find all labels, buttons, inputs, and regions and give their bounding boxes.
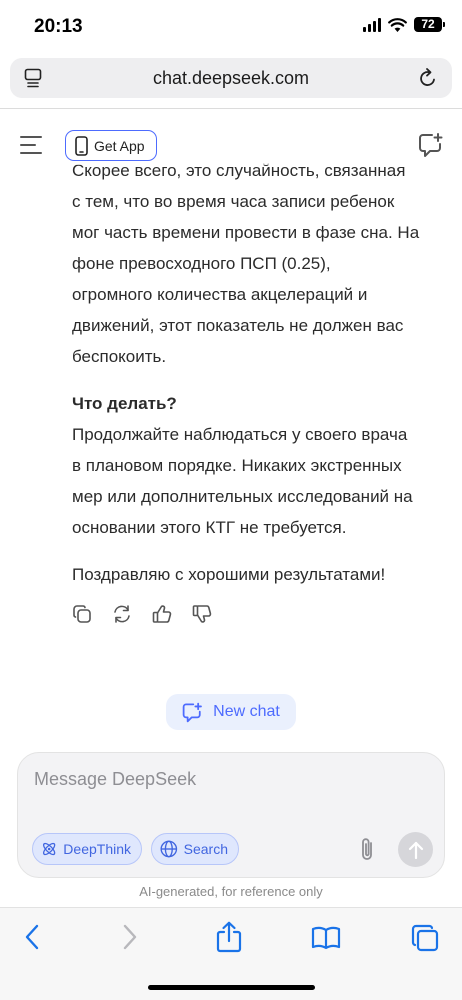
copy-icon [73,605,91,623]
url-text[interactable]: chat.deepseek.com [10,68,452,89]
divider [0,108,462,109]
reload-icon[interactable] [418,67,438,89]
message-line: фоне превосходного ПСП (0.25), [72,254,331,273]
thumbs-up-icon [152,605,172,623]
message-composer: DeepThink Search [17,752,445,878]
like-button[interactable] [152,604,172,624]
dislike-button[interactable] [192,604,212,624]
deepthink-label: DeepThink [63,841,131,857]
tabs-icon[interactable] [411,924,439,952]
atom-icon [42,842,56,856]
get-app-button[interactable]: Get App [65,130,157,161]
deepthink-toggle[interactable]: DeepThink [32,833,142,865]
new-chat-icon[interactable] [418,132,444,158]
message-closing: Поздравляю с хорошими результатами! [72,565,386,584]
thumbs-down-icon [192,605,212,623]
copy-button[interactable] [72,604,92,624]
forward-icon[interactable] [122,924,138,950]
wifi-icon [388,17,407,32]
assistant-message: Скорее всего, это случайность, связанная… [72,155,452,590]
regenerate-icon [114,605,130,623]
message-line: с тем, что во время часа записи ребенок [72,192,395,211]
address-bar[interactable]: chat.deepseek.com [10,58,452,98]
regenerate-button[interactable] [112,604,132,624]
menu-icon[interactable] [20,135,42,155]
message-line: мог часть времени провести в фазе сна. Н… [72,223,420,242]
new-chat-button[interactable]: New chat [166,694,296,730]
message-actions [72,604,212,624]
message-line: Продолжайте наблюдаться у своего врача [72,425,408,444]
back-icon[interactable] [24,924,40,950]
message-line: беспокоить. [72,347,167,366]
new-chat-label: New chat [213,703,280,720]
send-button[interactable] [398,832,433,867]
message-line: в плановом порядке. Никаких экстренных [72,456,402,475]
message-line: огромного количества акцелераций и [72,285,368,304]
bookmarks-icon[interactable] [311,926,341,950]
message-line: мер или дополнительных исследований на [72,487,413,506]
search-toggle[interactable]: Search [151,833,239,865]
new-chat-icon [182,702,203,722]
paperclip-icon[interactable] [356,836,380,864]
arrow-up-icon [408,841,423,859]
globe-icon [160,840,178,858]
home-indicator [148,985,315,990]
message-paragraph: Скорее всего, это случайность, связанная… [72,155,452,372]
get-app-label: Get App [94,137,145,154]
message-section: Что делать? Продолжайте наблюдаться у св… [72,388,452,543]
battery-indicator: 72 [414,17,445,32]
disclaimer-text: AI-generated, for reference only [139,884,323,899]
signal-icon [363,17,381,32]
message-heading: Что делать? [72,394,177,413]
share-icon[interactable] [216,921,242,953]
status-bar: 20:13 72 [0,0,462,52]
status-icons: 72 [363,17,445,32]
message-line: основании этого КТГ не требуется. [72,518,347,537]
message-input[interactable] [34,769,414,790]
search-label: Search [183,841,228,857]
status-time: 20:13 [34,16,83,37]
message-line: движений, этот показатель не должен вас [72,316,404,335]
phone-icon [75,135,88,156]
